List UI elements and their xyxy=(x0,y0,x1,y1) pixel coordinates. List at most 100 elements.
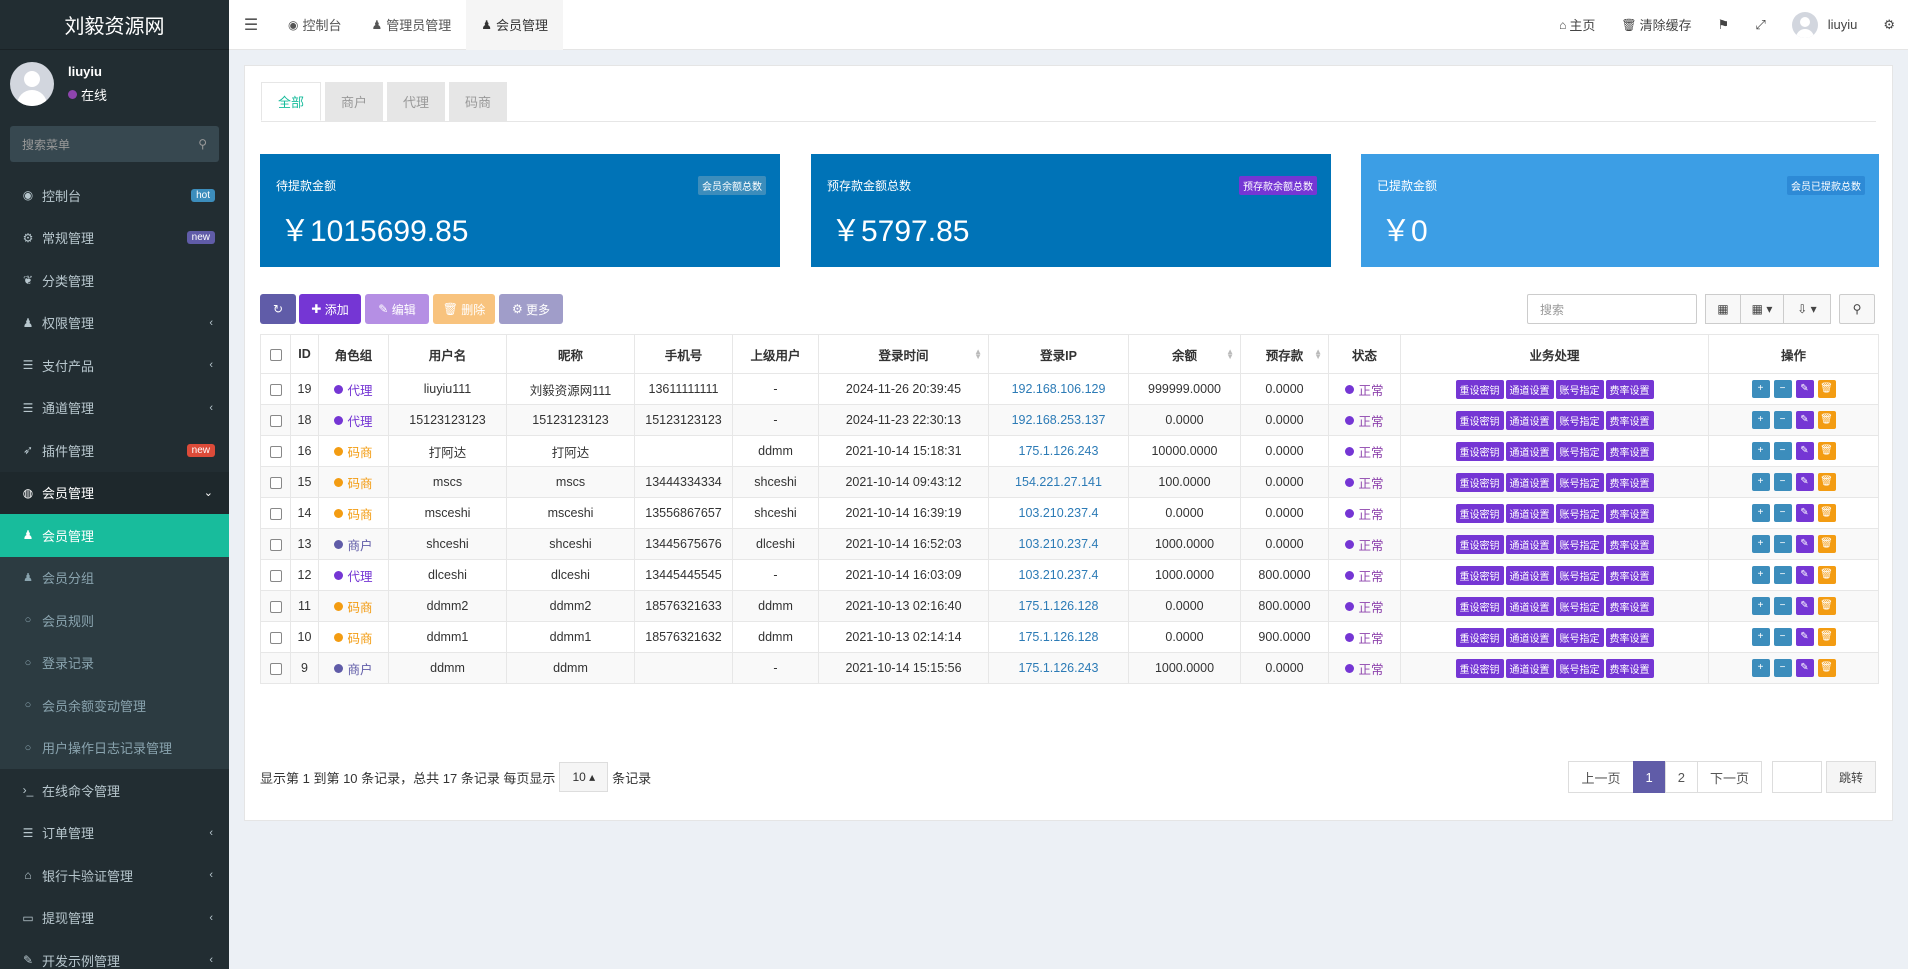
biz-button[interactable]: 账号指定 xyxy=(1555,441,1604,461)
biz-button[interactable]: 费率设置 xyxy=(1605,596,1654,616)
biz-button[interactable]: 通道设置 xyxy=(1505,658,1554,678)
table-row[interactable]: 15 码商 mscs mscs 13444334334 shceshi 2021-10-14… xyxy=(260,466,1879,498)
ip-link[interactable]: 192.168.106.129 xyxy=(1012,382,1106,396)
biz-button[interactable]: 重设密钥 xyxy=(1455,534,1504,554)
delete-trash-icon[interactable]: 🗑 xyxy=(1817,566,1836,584)
sidebar-item[interactable]: ○ 用户操作日志记录管理 xyxy=(0,726,229,769)
cell-login-ip[interactable]: 175.1.126.243 xyxy=(988,652,1129,684)
brand-logo[interactable]: 刘毅资源网 xyxy=(0,0,229,50)
delete-trash-icon[interactable]: 🗑 xyxy=(1817,597,1836,615)
cell-login-ip[interactable]: 192.168.106.129 xyxy=(988,373,1129,405)
sidebar-item[interactable]: ➶ 插件管理 new xyxy=(0,429,229,472)
clear-cache-button[interactable]: 🗑 清除缓存 xyxy=(1608,0,1704,50)
more-button[interactable]: ⚙ 更多 xyxy=(499,294,563,324)
sidebar-item[interactable]: ✎ 开发示例管理 ‹ xyxy=(0,939,229,969)
cell-status[interactable]: 正常 xyxy=(1328,466,1401,498)
sidebar-item[interactable]: ☰ 支付产品 ‹ xyxy=(0,344,229,387)
row-checkbox[interactable] xyxy=(260,373,291,405)
biz-button[interactable]: 通道设置 xyxy=(1505,565,1554,585)
row-checkbox[interactable] xyxy=(260,559,291,591)
row-checkbox[interactable] xyxy=(260,466,291,498)
biz-button[interactable]: 费率设置 xyxy=(1605,410,1654,430)
expand-plus-icon[interactable]: + xyxy=(1751,504,1770,522)
sidebar-item[interactable]: ⚙ 常规管理 new xyxy=(0,217,229,260)
table-row[interactable]: 14 码商 msceshi msceshi 13556867657 shceshi 2021… xyxy=(260,497,1879,529)
expand-plus-icon[interactable]: + xyxy=(1751,535,1770,553)
settings-gear-icon[interactable]: ⚙ xyxy=(1870,0,1908,50)
sidebar-item[interactable]: ○ 会员余额变动管理 xyxy=(0,684,229,727)
biz-button[interactable]: 账号指定 xyxy=(1555,410,1604,430)
cell-login-ip[interactable]: 175.1.126.243 xyxy=(988,435,1129,467)
collapse-minus-icon[interactable]: − xyxy=(1773,442,1792,460)
collapse-minus-icon[interactable]: − xyxy=(1773,628,1792,646)
sidebar-item[interactable]: ♟ 会员分组 xyxy=(0,556,229,599)
sidebar-item[interactable]: ◍ 会员管理 ⌄ xyxy=(0,471,229,514)
biz-button[interactable]: 账号指定 xyxy=(1555,472,1604,492)
cell-login-ip[interactable]: 103.210.237.4 xyxy=(988,497,1129,529)
biz-button[interactable]: 费率设置 xyxy=(1605,441,1654,461)
biz-button[interactable]: 重设密钥 xyxy=(1455,503,1504,523)
biz-button[interactable]: 费率设置 xyxy=(1605,627,1654,647)
export-dropdown-icon[interactable]: ⇩ ▾ xyxy=(1783,294,1831,324)
expand-plus-icon[interactable]: + xyxy=(1751,628,1770,646)
ip-link[interactable]: 103.210.237.4 xyxy=(1019,506,1099,520)
delete-trash-icon[interactable]: 🗑 xyxy=(1817,628,1836,646)
row-checkbox[interactable] xyxy=(260,590,291,622)
biz-button[interactable]: 费率设置 xyxy=(1605,379,1654,399)
biz-button[interactable]: 重设密钥 xyxy=(1455,410,1504,430)
biz-button[interactable]: 重设密钥 xyxy=(1455,627,1504,647)
table-row[interactable]: 11 码商 ddmm2 ddmm2 18576321633 ddmm 2021-10-13 … xyxy=(260,590,1879,622)
row-checkbox[interactable] xyxy=(260,528,291,560)
col-deposit[interactable]: 预存款 ▲ ▼ xyxy=(1240,334,1329,374)
sidebar-item[interactable]: ❦ 分类管理 xyxy=(0,259,229,302)
biz-button[interactable]: 重设密钥 xyxy=(1455,379,1504,399)
subtab-all[interactable]: 全部 xyxy=(261,82,322,121)
sidebar-item[interactable]: ☰ 订单管理 ‹ xyxy=(0,812,229,855)
ip-link[interactable]: 175.1.126.128 xyxy=(1019,599,1099,613)
page-2-button[interactable]: 2 xyxy=(1664,761,1698,793)
next-page-button[interactable]: 下一页 xyxy=(1696,761,1762,793)
biz-button[interactable]: 费率设置 xyxy=(1605,472,1654,492)
biz-button[interactable]: 通道设置 xyxy=(1505,534,1554,554)
col-balance[interactable]: 余额 ▲ ▼ xyxy=(1128,334,1241,374)
biz-button[interactable]: 账号指定 xyxy=(1555,503,1604,523)
collapse-minus-icon[interactable]: − xyxy=(1773,566,1792,584)
edit-button[interactable]: ✎ 编辑 xyxy=(365,294,429,324)
cell-login-ip[interactable]: 192.168.253.137 xyxy=(988,404,1129,436)
biz-button[interactable]: 重设密钥 xyxy=(1455,565,1504,585)
biz-button[interactable]: 重设密钥 xyxy=(1455,596,1504,616)
edit-pencil-icon[interactable]: ✎ xyxy=(1795,597,1814,615)
biz-button[interactable]: 通道设置 xyxy=(1505,410,1554,430)
sidebar-item[interactable]: ♟ 权限管理 ‹ xyxy=(0,302,229,345)
sidebar-item[interactable]: ⌂ 银行卡验证管理 ‹ xyxy=(0,854,229,897)
biz-button[interactable]: 账号指定 xyxy=(1555,379,1604,399)
tab-member-management[interactable]: ♟ 会员管理 xyxy=(466,0,564,50)
select-all-checkbox[interactable] xyxy=(260,334,291,374)
expand-plus-icon[interactable]: + xyxy=(1751,597,1770,615)
biz-button[interactable]: 费率设置 xyxy=(1605,565,1654,585)
biz-button[interactable]: 费率设置 xyxy=(1605,534,1654,554)
columns-dropdown-icon[interactable]: ▦ ▾ xyxy=(1740,294,1784,324)
subtab-merchant[interactable]: 商户 xyxy=(325,82,384,121)
biz-button[interactable]: 账号指定 xyxy=(1555,565,1604,585)
home-link[interactable]: ⌂ 主页 xyxy=(1546,0,1608,50)
tab-dashboard[interactable]: ◉ 控制台 xyxy=(273,0,357,50)
sidebar-item[interactable]: ›_ 在线命令管理 xyxy=(0,769,229,812)
delete-trash-icon[interactable]: 🗑 xyxy=(1817,442,1836,460)
search-icon[interactable]: ⚲ xyxy=(198,137,207,151)
page-1-button[interactable]: 1 xyxy=(1632,761,1666,793)
table-row[interactable]: 13 商户 shceshi shceshi 13445675676 dlceshi 2021… xyxy=(260,528,1879,560)
delete-trash-icon[interactable]: 🗑 xyxy=(1817,411,1836,429)
table-row[interactable]: 18 代理 15123123123 15123123123 15123123123-20… xyxy=(260,404,1879,436)
edit-pencil-icon[interactable]: ✎ xyxy=(1795,535,1814,553)
edit-pencil-icon[interactable]: ✎ xyxy=(1795,504,1814,522)
cell-login-ip[interactable]: 175.1.126.128 xyxy=(988,590,1129,622)
biz-button[interactable]: 通道设置 xyxy=(1505,596,1554,616)
edit-pencil-icon[interactable]: ✎ xyxy=(1795,473,1814,491)
refresh-button[interactable]: ↻ xyxy=(260,294,296,324)
table-row[interactable]: 19 代理 liuyiu111 刘毅资源网111 13611111111-2024-11… xyxy=(260,373,1879,405)
ip-link[interactable]: 103.210.237.4 xyxy=(1019,568,1099,582)
expand-plus-icon[interactable]: + xyxy=(1751,442,1770,460)
delete-trash-icon[interactable]: 🗑 xyxy=(1817,380,1836,398)
collapse-minus-icon[interactable]: − xyxy=(1773,411,1792,429)
